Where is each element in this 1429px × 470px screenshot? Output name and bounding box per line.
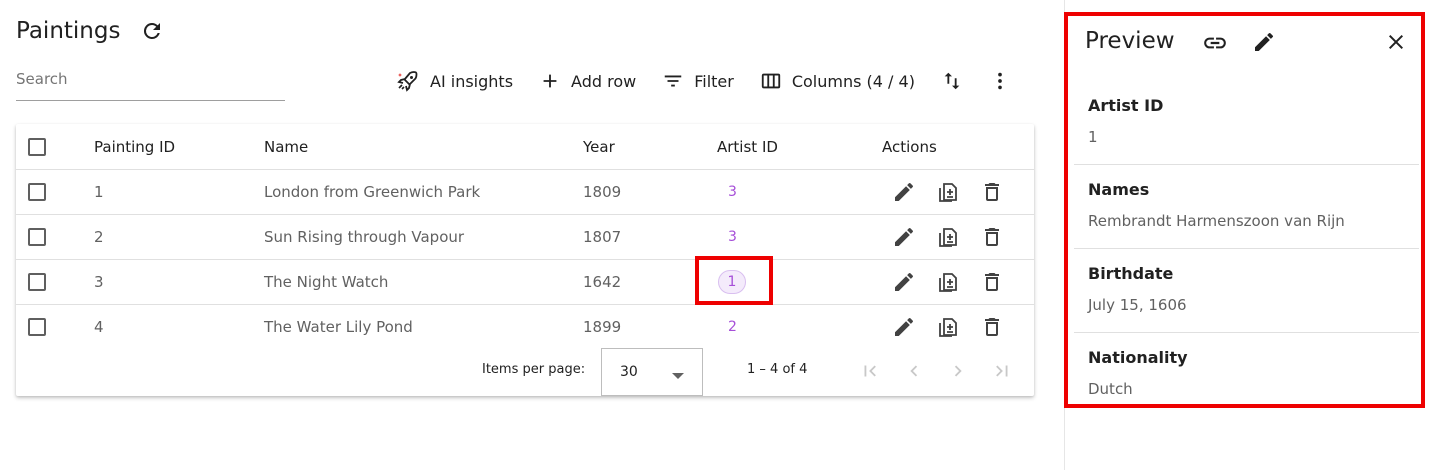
select-all-checkbox[interactable] — [28, 137, 46, 156]
year-cell: 1809 — [583, 182, 622, 201]
field-label: Artist ID — [1088, 96, 1164, 115]
header-artist-id[interactable]: Artist ID — [717, 124, 778, 169]
title-row: Paintings — [16, 18, 164, 44]
duplicate-icon[interactable] — [936, 180, 960, 204]
painting-id-cell: 4 — [94, 317, 104, 336]
year-cell: 1642 — [583, 272, 622, 291]
main-panel: Paintings AI insights Add row Filter — [0, 0, 1050, 470]
table-row[interactable]: 4 The Water Lily Pond 1899 2 — [16, 304, 1034, 349]
painting-id-cell: 2 — [94, 227, 104, 246]
page-title: Paintings — [16, 18, 121, 44]
columns-button[interactable]: Columns (4 / 4) — [760, 70, 915, 92]
edit-icon[interactable] — [892, 180, 916, 204]
row-checkbox[interactable] — [28, 317, 46, 336]
preview-panel: Preview Artist ID 1 Names Rembrandt Harm… — [1064, 12, 1425, 408]
page-range: 1 – 4 of 4 — [747, 362, 808, 377]
header-year[interactable]: Year — [583, 124, 615, 169]
ai-insights-button[interactable]: AI insights — [396, 69, 513, 93]
preview-field-names: Names Rembrandt Harmenszoon van Rijn — [1074, 164, 1419, 249]
previous-page-icon[interactable] — [903, 360, 925, 386]
paginator: Items per page: 30 1 – 4 of 4 — [16, 348, 1034, 396]
selected-cell-highlight — [695, 256, 773, 305]
more-vert-icon[interactable] — [989, 70, 1011, 92]
delete-icon[interactable] — [980, 270, 1004, 294]
row-checkbox[interactable] — [28, 227, 46, 246]
add-row-button[interactable]: Add row — [539, 70, 636, 92]
duplicate-icon[interactable] — [936, 270, 960, 294]
filter-label: Filter — [694, 71, 734, 91]
next-page-icon[interactable] — [947, 360, 969, 386]
name-cell: The Night Watch — [264, 272, 389, 291]
edit-icon[interactable] — [1252, 30, 1276, 54]
name-cell: The Water Lily Pond — [264, 317, 413, 336]
field-value: July 15, 1606 — [1088, 296, 1187, 314]
preview-field-birthdate: Birthdate July 15, 1606 — [1074, 248, 1419, 333]
preview-field-nationality: Nationality Dutch — [1074, 332, 1419, 404]
sort-icon[interactable] — [941, 70, 963, 92]
field-label: Nationality — [1088, 348, 1188, 367]
last-page-icon[interactable] — [991, 360, 1013, 386]
paintings-table: Painting ID Name Year Artist ID Actions … — [16, 124, 1034, 396]
duplicate-icon[interactable] — [936, 315, 960, 339]
ai-insights-label: AI insights — [430, 71, 514, 91]
edit-icon[interactable] — [892, 225, 916, 249]
field-value: Dutch — [1088, 380, 1133, 398]
filter-icon — [662, 70, 694, 92]
table-header-row: Painting ID Name Year Artist ID Actions — [16, 124, 1034, 170]
year-cell: 1899 — [583, 317, 622, 336]
dropdown-arrow-icon — [672, 369, 684, 385]
painting-id-cell: 3 — [94, 272, 104, 291]
header-name[interactable]: Name — [264, 124, 308, 169]
columns-icon — [760, 70, 792, 92]
preview-title: Preview — [1085, 28, 1175, 54]
field-label: Names — [1088, 180, 1150, 199]
delete-icon[interactable] — [980, 180, 1004, 204]
table-row[interactable]: 1 London from Greenwich Park 1809 3 — [16, 169, 1034, 215]
preview-field-artist-id: Artist ID 1 — [1074, 80, 1419, 165]
year-cell: 1807 — [583, 227, 622, 246]
name-cell: London from Greenwich Park — [264, 182, 481, 201]
toolbar: AI insights Add row Filter Columns (4 / … — [396, 66, 1037, 96]
artist-id-link[interactable]: 3 — [728, 184, 737, 200]
edit-icon[interactable] — [892, 315, 916, 339]
plus-icon — [539, 70, 571, 92]
columns-label: Columns (4 / 4) — [791, 71, 915, 91]
field-value: 1 — [1088, 128, 1098, 146]
table-row[interactable]: 3 The Night Watch 1642 1 — [16, 259, 1034, 305]
row-checkbox[interactable] — [28, 182, 46, 201]
delete-icon[interactable] — [980, 225, 1004, 249]
delete-icon[interactable] — [980, 315, 1004, 339]
name-cell: Sun Rising through Vapour — [264, 227, 465, 246]
rocket-icon — [396, 69, 430, 93]
artist-id-link[interactable]: 2 — [728, 319, 737, 335]
edit-icon[interactable] — [892, 270, 916, 294]
page-size-value: 30 — [620, 364, 638, 380]
search-field[interactable] — [16, 66, 285, 101]
search-input[interactable] — [16, 66, 285, 92]
close-icon[interactable] — [1384, 30, 1408, 54]
row-checkbox[interactable] — [28, 272, 46, 291]
page-size-select[interactable]: 30 — [601, 348, 703, 396]
painting-id-cell: 1 — [94, 182, 104, 201]
filter-button[interactable]: Filter — [662, 70, 734, 92]
header-actions: Actions — [882, 137, 937, 156]
field-value: Rembrandt Harmenszoon van Rijn — [1088, 212, 1345, 230]
first-page-icon[interactable] — [859, 360, 881, 386]
items-per-page-label: Items per page: — [482, 362, 586, 377]
table-row[interactable]: 2 Sun Rising through Vapour 1807 3 — [16, 214, 1034, 260]
link-icon[interactable] — [1202, 30, 1228, 56]
add-row-label: Add row — [571, 71, 637, 91]
field-label: Birthdate — [1088, 264, 1174, 283]
duplicate-icon[interactable] — [936, 225, 960, 249]
header-painting-id[interactable]: Painting ID — [94, 124, 175, 169]
artist-id-link[interactable]: 3 — [728, 229, 737, 245]
refresh-icon[interactable] — [140, 19, 164, 43]
